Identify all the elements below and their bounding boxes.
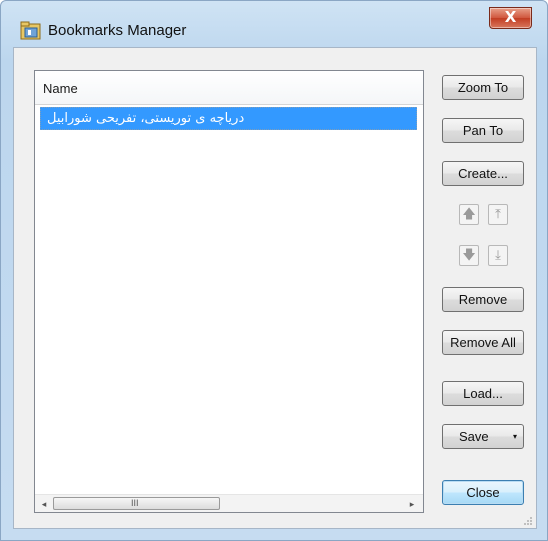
grip-icon: III xyxy=(131,498,139,508)
scroll-right-icon[interactable]: ▸ xyxy=(405,497,419,511)
dialog-client-area: Name دریاچه ی توریستی، تفریحی شورابیل ◂ … xyxy=(13,47,537,529)
scroll-left-icon[interactable]: ◂ xyxy=(37,497,51,511)
list-item[interactable]: دریاچه ی توریستی، تفریحی شورابیل xyxy=(40,107,417,130)
move-down-icon[interactable]: 🡇 xyxy=(459,245,479,266)
close-window-button[interactable]: X xyxy=(489,7,532,29)
dropdown-arrow-icon[interactable]: ▾ xyxy=(513,425,517,448)
scrollbar-thumb[interactable]: III xyxy=(53,497,220,510)
zoom-to-button[interactable]: Zoom To xyxy=(442,75,524,100)
save-button[interactable]: Save ▾ xyxy=(442,424,524,449)
remove-button[interactable]: Remove xyxy=(442,287,524,312)
bookmarks-folder-icon xyxy=(20,21,42,40)
remove-all-button[interactable]: Remove All xyxy=(442,330,524,355)
bookmarks-list[interactable]: Name دریاچه ی توریستی، تفریحی شورابیل ◂ … xyxy=(34,70,424,513)
column-header-name[interactable]: Name xyxy=(43,81,78,96)
bookmark-label: دریاچه ی توریستی، تفریحی شورابیل xyxy=(47,111,245,126)
pan-to-button[interactable]: Pan To xyxy=(442,118,524,143)
save-label: Save xyxy=(459,429,489,444)
close-button[interactable]: Close xyxy=(442,480,524,505)
window-title: Bookmarks Manager xyxy=(48,22,187,39)
resize-grip-icon[interactable] xyxy=(523,516,533,526)
horizontal-scrollbar[interactable]: ◂ III ▸ xyxy=(35,494,423,512)
bookmarks-manager-window: Bookmarks Manager X Name دریاچه ی توریست… xyxy=(0,0,548,541)
load-button[interactable]: Load... xyxy=(442,381,524,406)
create-button[interactable]: Create... xyxy=(442,161,524,186)
move-to-bottom-icon[interactable]: ⤓ xyxy=(488,245,508,266)
move-to-top-icon[interactable]: ⤒ xyxy=(488,204,508,225)
move-up-icon[interactable]: 🡅 xyxy=(459,204,479,225)
list-header[interactable]: Name xyxy=(35,71,423,105)
